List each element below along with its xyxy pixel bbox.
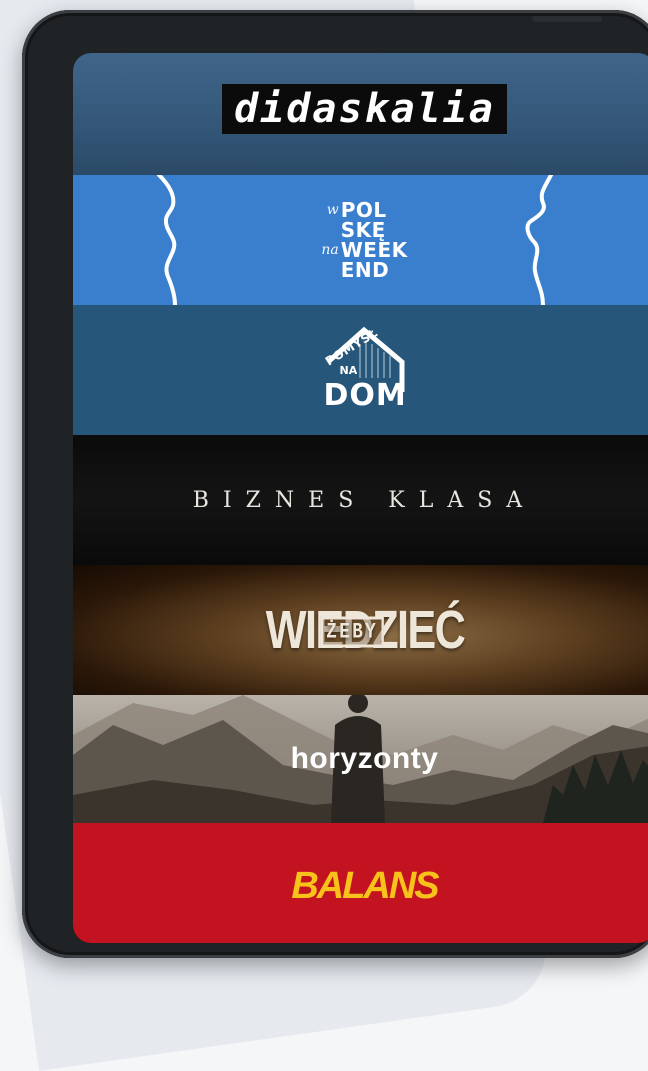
tablet-screen: didaskalia w POL SKĘ na WEEK END POMYSŁ … [73, 53, 648, 943]
logo-small-na: na [321, 242, 339, 258]
na-text: NA [339, 364, 358, 377]
logo-line-pol: POL [340, 198, 387, 222]
logo-small-empty-2 [321, 260, 338, 280]
didaskalia-logo: didaskalia [222, 84, 507, 134]
banner-pomysl-na-dom[interactable]: POMYSŁ NA DOM [73, 305, 648, 435]
horyzonty-title: horyzonty [290, 742, 439, 775]
logo-small-empty [321, 220, 338, 240]
biznes-klasa-title: BIZNES KLASA [192, 487, 537, 513]
wiedziec-logo: WIEDZIEĆ ŻEBY [265, 599, 465, 661]
w-polske-na-weekend-logo: w POL SKĘ na WEEK END [321, 200, 407, 280]
logo-small-w: w [326, 202, 339, 218]
banner-biznes-klasa[interactable]: BIZNES KLASA [73, 435, 648, 565]
banner-w-polske-na-weekend[interactable]: w POL SKĘ na WEEK END [73, 175, 648, 305]
logo-line-week: WEEK [340, 238, 408, 262]
banner-wiedziec-zeby[interactable]: WIEDZIEĆ ŻEBY [73, 565, 648, 695]
logo-line-ske: SKĘ [340, 218, 386, 242]
banner-horyzonty[interactable]: horyzonty [73, 695, 648, 823]
balans-title: BALANS [291, 864, 439, 907]
banner-didaskalia[interactable]: didaskalia [73, 53, 648, 175]
pomysl-na-dom-logo: POMYSŁ NA DOM [320, 322, 410, 418]
banner-balans[interactable]: BALANS [73, 823, 648, 943]
power-button [532, 16, 602, 22]
zeby-box: ŻEBY [320, 616, 384, 648]
logo-line-end: END [340, 258, 390, 282]
tablet-frame: didaskalia w POL SKĘ na WEEK END POMYSŁ … [22, 10, 648, 958]
dom-text: DOM [323, 378, 407, 413]
right-squiggle-decoration [525, 175, 553, 305]
left-squiggle-decoration [157, 175, 177, 305]
